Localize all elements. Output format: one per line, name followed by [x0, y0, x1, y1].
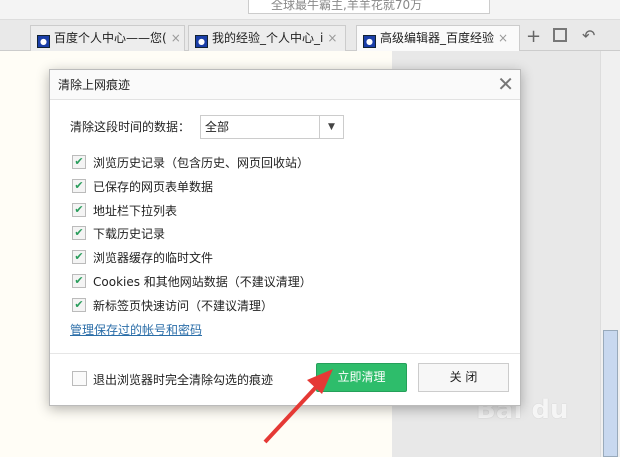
clear-history-dialog: 清除上网痕迹 ✕ 清除这段时间的数据： 全部 ▼ ✔ 浏览历史记录（包含历史、网页…: [49, 69, 521, 406]
close-icon[interactable]: ✕: [497, 73, 514, 95]
browser-toolbar: 全球最牛霸主,羊羊花就70万: [0, 0, 620, 20]
close-tab-icon[interactable]: ×: [498, 31, 508, 45]
dialog-footer: 退出浏览器时完全清除勾选的痕迹 立即清理 关 闭: [50, 353, 520, 405]
new-tab-icon[interactable]: +: [526, 26, 541, 47]
option-label: 地址栏下拉列表: [93, 203, 178, 218]
option-label: 新标签页快速访问（不建议清理）: [93, 298, 274, 313]
tab-personal-center[interactable]: ● 百度个人中心——您( ×: [30, 25, 185, 51]
tab-label: 我的经验_个人中心_i: [212, 31, 324, 45]
option-checkbox[interactable]: ✔: [72, 250, 86, 265]
exit-clear-checkbox[interactable]: [72, 371, 87, 386]
baidu-paw-icon: ●: [37, 35, 50, 48]
option-label: 浏览器缓存的临时文件: [93, 251, 214, 266]
restore-tabs-icon[interactable]: [553, 28, 567, 42]
chevron-down-icon: ▼: [319, 116, 343, 138]
option-label: 浏览历史记录（包含历史、网页回收站）: [93, 156, 310, 170]
tab-label: 高级编辑器_百度经验: [380, 31, 495, 45]
scrollbar-thumb[interactable]: [603, 330, 618, 457]
baidu-paw-icon: ●: [195, 35, 208, 48]
clean-now-button[interactable]: 立即清理: [316, 363, 407, 392]
undo-close-icon[interactable]: ↶: [582, 26, 595, 45]
option-checkbox[interactable]: ✔: [72, 155, 86, 169]
option-label: Cookies 和其他网站数据（不建议清理）: [93, 275, 312, 289]
close-button[interactable]: 关 闭: [418, 363, 509, 392]
dialog-title: 清除上网痕迹: [50, 70, 520, 100]
close-tab-icon[interactable]: ×: [327, 31, 337, 45]
option-checkbox[interactable]: ✔: [72, 178, 86, 193]
tab-advanced-editor[interactable]: ● 高级编辑器_百度经验 ×: [356, 25, 520, 52]
tab-label: 百度个人中心——您(: [54, 31, 167, 45]
option-label: 下载历史记录: [93, 227, 166, 242]
tab-my-experience[interactable]: ● 我的经验_个人中心_i ×: [188, 25, 346, 51]
option-checkbox[interactable]: ✔: [72, 297, 86, 312]
time-range-select[interactable]: 全部 ▼: [200, 115, 344, 139]
option-label: 已保存的网页表单数据: [93, 179, 214, 194]
close-tab-icon[interactable]: ×: [171, 31, 181, 45]
time-range-label: 清除这段时间的数据：: [70, 120, 191, 134]
exit-clear-label: 退出浏览器时完全清除勾选的痕迹: [93, 373, 274, 387]
option-checkbox[interactable]: ✔: [72, 226, 86, 241]
option-checkbox[interactable]: ✔: [72, 274, 86, 288]
tab-bar: ● 百度个人中心——您(× ● 我的经验_个人中心_i × ● 高级编辑器_百度经验 × …: [0, 20, 620, 52]
time-range-value: 全部: [205, 120, 230, 134]
manage-passwords-link[interactable]: 管理保存过的帐号和密码: [70, 321, 202, 338]
option-checkbox[interactable]: ✔: [72, 202, 86, 217]
baidu-paw-icon: ●: [363, 35, 376, 48]
address-bar[interactable]: 全球最牛霸主,羊羊花就70万: [248, 0, 490, 14]
